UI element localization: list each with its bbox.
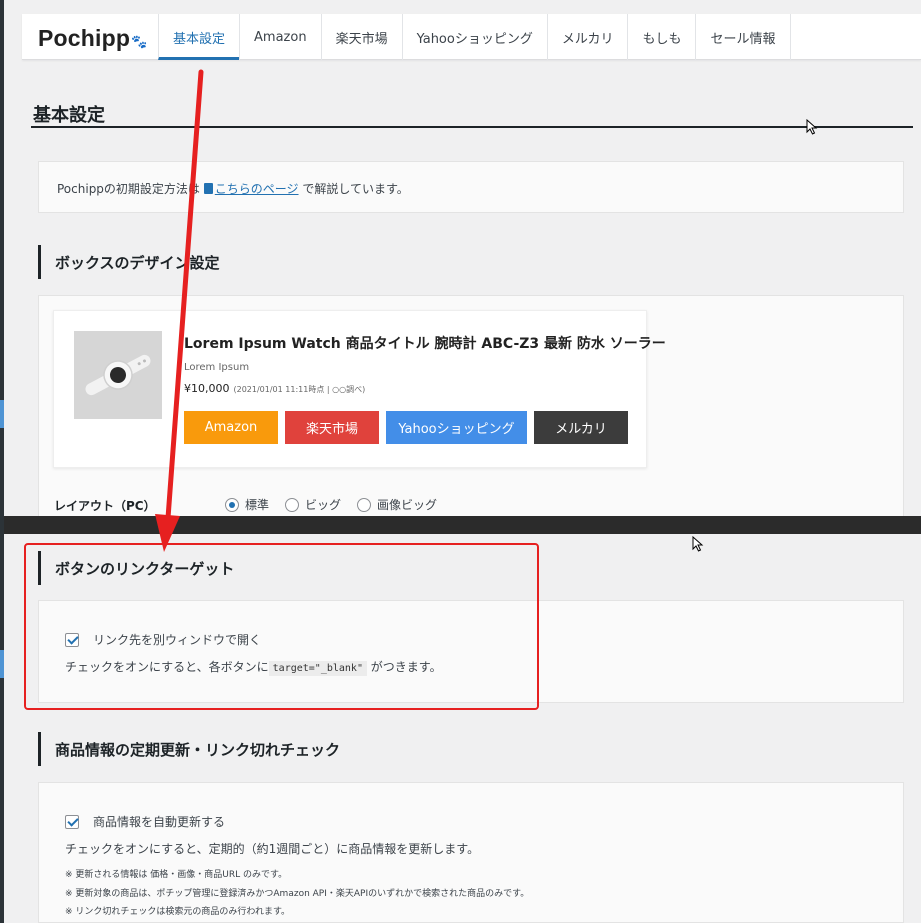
mercari-button[interactable]: メルカリ bbox=[534, 411, 628, 444]
tab-sale-info[interactable]: セール情報 bbox=[695, 14, 791, 60]
auto-update-checkbox[interactable] bbox=[65, 814, 79, 829]
update-note: ※ 更新対象の商品は、ポチップ管理に登録済みかつAmazon API・楽天API… bbox=[65, 889, 530, 899]
product-brand: Lorem Ipsum bbox=[184, 362, 250, 373]
radio-indicator[interactable] bbox=[357, 497, 372, 512]
update-note: ※ リンク切れチェックは検索元の商品のみ行われます。 bbox=[65, 907, 291, 917]
title-divider bbox=[31, 126, 913, 128]
product-title: Lorem Ipsum Watch 商品タイトル 腕時計 ABC-Z3 最新 防… bbox=[184, 336, 666, 352]
tab-list: 基本設定 Amazon 楽天市場 Yahooショッピング メルカリ もしも セー… bbox=[158, 14, 791, 60]
shop-button-group: Amazon 楽天市場 Yahooショッピング メルカリ bbox=[184, 411, 628, 444]
design-settings-card: Lorem Ipsum Watch 商品タイトル 腕時計 ABC-Z3 最新 防… bbox=[38, 295, 904, 517]
screenshot-seam bbox=[4, 516, 921, 534]
sidebar-edge-tab[interactable] bbox=[0, 650, 4, 678]
sidebar-edge-tab[interactable] bbox=[0, 400, 4, 428]
tab-mercari[interactable]: メルカリ bbox=[546, 14, 628, 60]
open-new-window-label: リンク先を別ウィンドウで開く bbox=[93, 633, 262, 647]
watch-image bbox=[74, 331, 162, 419]
link-target-card: リンク先を別ウィンドウで開く チェックをオンにすると、各ボタンに target="… bbox=[38, 600, 904, 703]
update-note: ※ 更新される情報は 価格・画像・商品URL のみです。 bbox=[65, 870, 288, 880]
mouse-cursor-icon bbox=[692, 536, 704, 552]
intro-prefix: Pochippの初期設定方法は bbox=[57, 182, 200, 196]
settings-tab-bar: Pochipp🐾 基本設定 Amazon 楽天市場 Yahooショッピング メル… bbox=[22, 14, 921, 60]
layout-radio-standard[interactable]: 標準 bbox=[225, 496, 269, 513]
guide-page-link[interactable]: こちらのページ bbox=[215, 182, 299, 196]
logo-text: Pochipp bbox=[38, 25, 131, 51]
open-new-window-checkbox[interactable] bbox=[65, 632, 79, 647]
design-section-heading: ボックスのデザイン設定 bbox=[38, 245, 220, 279]
radio-label: 標準 bbox=[245, 498, 270, 512]
rakuten-button[interactable]: 楽天市場 bbox=[285, 411, 379, 444]
product-price: ¥10,000 bbox=[184, 382, 230, 395]
admin-sidebar-edge bbox=[0, 0, 4, 923]
auto-update-label: 商品情報を自動更新する bbox=[93, 815, 226, 829]
yahoo-button[interactable]: Yahooショッピング bbox=[386, 411, 527, 444]
intro-suffix: で解説しています。 bbox=[302, 182, 409, 196]
amazon-button[interactable]: Amazon bbox=[184, 411, 278, 444]
product-box-preview: Lorem Ipsum Watch 商品タイトル 腕時計 ABC-Z3 最新 防… bbox=[53, 310, 666, 468]
desc-suffix: がつきます。 bbox=[370, 660, 442, 674]
layout-radio-big[interactable]: ビッグ bbox=[285, 496, 341, 513]
intro-text: Pochippの初期設定方法は こちらのページ で解説しています。 bbox=[57, 180, 409, 197]
pochipp-logo: Pochipp🐾 bbox=[38, 25, 148, 52]
link-target-description: チェックをオンにすると、各ボタンに target="_blank" がつきます。 bbox=[65, 658, 442, 676]
layout-label: レイアウト（PC） bbox=[54, 499, 156, 513]
mouse-cursor-icon bbox=[806, 119, 818, 135]
link-target-heading: ボタンのリンクターゲット bbox=[38, 551, 234, 585]
page-title: 基本設定 bbox=[33, 105, 105, 126]
auto-update-description: チェックをオンにすると、定期的（約1週間ごと）に商品情報を更新します。 bbox=[65, 842, 480, 856]
tab-basic-settings[interactable]: 基本設定 bbox=[158, 14, 240, 60]
layout-radio-group: 標準 ビッグ 画像ビッグ bbox=[225, 496, 437, 513]
auto-update-heading: 商品情報の定期更新・リンク切れチェック bbox=[38, 732, 340, 766]
radio-indicator[interactable] bbox=[225, 497, 239, 512]
desc-prefix: チェックをオンにすると、各ボタンに bbox=[65, 660, 269, 674]
tab-yahoo-shopping[interactable]: Yahooショッピング bbox=[401, 14, 547, 60]
tab-moshimo[interactable]: もしも bbox=[627, 14, 695, 60]
open-new-window-option[interactable]: リンク先を別ウィンドウで開く bbox=[65, 631, 261, 648]
book-icon bbox=[203, 183, 213, 194]
auto-update-card: 商品情報を自動更新する チェックをオンにすると、定期的（約1週間ごと）に商品情報… bbox=[38, 782, 904, 923]
auto-update-option[interactable]: 商品情報を自動更新する bbox=[65, 813, 225, 830]
target-blank-code: target="_blank" bbox=[268, 661, 367, 676]
tab-rakuten[interactable]: 楽天市場 bbox=[320, 14, 402, 60]
radio-indicator[interactable] bbox=[285, 497, 300, 512]
layout-radio-image-big[interactable]: 画像ビッグ bbox=[357, 496, 437, 513]
radio-label: 画像ビッグ bbox=[377, 498, 438, 512]
product-thumbnail bbox=[74, 331, 162, 419]
tab-amazon[interactable]: Amazon bbox=[239, 14, 321, 60]
intro-card: Pochippの初期設定方法は こちらのページ で解説しています。 bbox=[38, 161, 904, 213]
price-note: (2021/01/01 11:11時点 | ○○調べ) bbox=[233, 385, 366, 394]
product-price-line: ¥10,000 (2021/01/01 11:11時点 | ○○調べ) bbox=[184, 382, 365, 395]
radio-label: ビッグ bbox=[305, 498, 342, 512]
paw-icon: 🐾 bbox=[131, 34, 148, 49]
